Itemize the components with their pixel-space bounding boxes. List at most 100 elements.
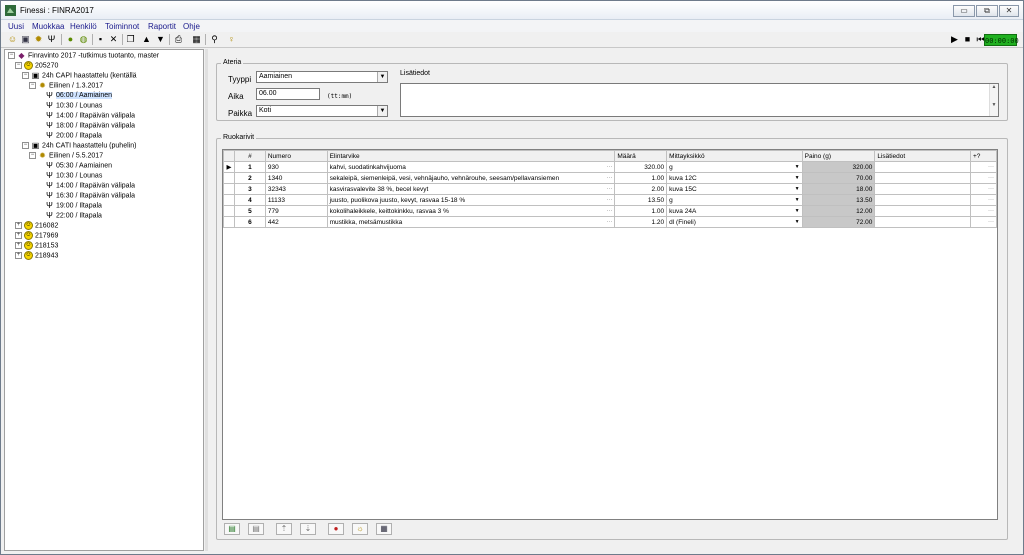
tree-meal-2-4[interactable]: Ψ 16:30 / Iltapäivän välipala [45,191,135,201]
tree-day-1[interactable]: − ✹ Eilinen / 1.3.2017 [29,81,103,91]
play-icon[interactable]: ▶ [949,34,960,45]
header-lisatiedot[interactable]: Lisätiedot [874,150,972,162]
ellipsis-icon[interactable]: ··· [606,174,612,183]
book-icon[interactable]: ▣ [20,34,31,45]
aika-input[interactable]: 06.00 [256,88,320,100]
ellipsis-icon[interactable]: ··· [988,196,994,205]
delete-icon[interactable]: ✕ [108,34,119,45]
table-row[interactable]: 3 32343 ··· kasvirasvalevite 38 %, becel … [223,183,997,195]
tree-meal-2-1[interactable]: Ψ 05:30 / Aamiainen [45,161,112,171]
tree-root[interactable]: − ◆ Finravinto 2017 -tutkimus tuotanto, ma… [8,51,159,61]
tree-person-218943[interactable]: + ☺ 218943 [15,251,58,261]
new-person-icon[interactable]: ☺ [7,34,18,45]
save-icon[interactable]: ▪ [95,34,106,45]
calculator-icon[interactable]: ▦ [191,34,202,45]
header-elintarvike[interactable]: Elintarvike [326,150,616,162]
ellipsis-icon[interactable]: ··· [606,185,612,194]
tree-person-217969[interactable]: + ☺ 217969 [15,231,58,241]
chevron-down-icon[interactable]: ▼ [795,163,800,172]
search-icon[interactable]: ⚲ [209,34,220,45]
header-index[interactable]: # [233,150,266,162]
help-bulb-icon[interactable]: ♀ [226,34,237,45]
table-row[interactable]: 2 1340 ··· sekaleipä, siemenleipä, vesi, … [223,172,997,184]
cutlery-icon[interactable]: Ψ [46,34,57,45]
paikka-select[interactable]: Koti ▼ [256,105,388,117]
table-row[interactable]: 6 442 ··· mustikka, metsämustikka 1.20 ▼ d… [223,216,997,228]
copy-icon[interactable]: ❐ [125,34,136,45]
food-apple-icon[interactable]: ● [328,523,344,535]
ellipsis-icon[interactable]: ··· [606,163,612,172]
ellipsis-icon[interactable]: ··· [606,218,612,227]
tree-meal-2-2[interactable]: Ψ 10:30 / Lounas [45,171,102,181]
panel-splitter[interactable] [205,49,208,551]
food-rows-grid: # Numero Elintarvike Määrä Mittayksikkö … [222,149,998,520]
ellipsis-icon[interactable]: ··· [988,163,994,172]
ellipsis-icon[interactable]: ··· [606,196,612,205]
food-item-icon[interactable]: ● [65,34,76,45]
header-plus[interactable]: +? [970,150,997,162]
chevron-down-icon[interactable]: ▼ [795,207,800,216]
person-icon: ☺ [24,241,33,250]
close-button[interactable]: ✕ [999,5,1019,17]
table-row[interactable]: ▶ 1 930 ··· kahvi, suodatinkahvijuoma 320… [223,161,997,173]
chevron-down-icon[interactable]: ▼ [795,185,800,194]
minimize-button[interactable]: ▭ [953,5,975,17]
chevron-down-icon[interactable]: ▼ [377,72,387,82]
tree-meal-1-1[interactable]: Ψ 06:00 / Aamiainen [45,91,113,101]
tree-day-2[interactable]: − ✹ Eilinen / 5.5.2017 [29,151,103,161]
remove-row-icon[interactable]: ▤ [248,523,264,535]
maximize-button[interactable]: ⧉ [976,5,998,17]
stop-icon[interactable]: ■ [962,34,973,45]
list-view-icon[interactable]: ▦ [376,523,392,535]
move-down-icon[interactable]: ▼ [155,34,166,45]
header-maara[interactable]: Määrä [614,150,668,162]
memo-scrollbar[interactable]: ▲ ▼ [989,84,998,116]
tree-person-216082[interactable]: + ☺ 216082 [15,221,58,231]
menu-henkilo[interactable]: Henkilö [70,22,97,31]
row-up-icon[interactable]: ⇡ [276,523,292,535]
tree-interview-capi[interactable]: − ▣ 24h CAPI haastattelu (kentällä [22,71,137,81]
food-item-add-icon[interactable]: ◍ [78,34,89,45]
menu-muokkaa[interactable]: Muokkaa [32,22,64,31]
move-up-icon[interactable]: ▲ [141,34,152,45]
ellipsis-icon[interactable]: ··· [988,174,994,183]
header-numero[interactable]: Numero [264,150,328,162]
chevron-down-icon[interactable]: ▼ [377,106,387,116]
header-mittayksikko[interactable]: Mittayksikkö [666,150,803,162]
tree-meal-1-2[interactable]: Ψ 10:30 / Lounas [45,101,102,111]
row-down-icon[interactable]: ⇣ [300,523,316,535]
tyyppi-select[interactable]: Aamiainen ▼ [256,71,388,83]
settings-gear-icon[interactable]: ✹ [33,34,44,45]
tree-meal-2-5[interactable]: Ψ 19:00 / Iltapala [45,201,102,211]
header-paino[interactable]: Paino (g) [801,150,876,162]
tree-meal-1-4[interactable]: Ψ 18:00 / Iltapäivän välipala [45,121,135,131]
table-row[interactable]: 4 11133 ··· juusto, puolikova juusto, kev… [223,194,997,206]
ellipsis-icon[interactable]: ··· [606,207,612,216]
person-icon: ☺ [24,251,33,260]
row-selector-icon[interactable]: ▶ [223,161,235,173]
cutlery-icon: Ψ [46,101,53,110]
menu-ohje[interactable]: Ohje [183,22,200,31]
tree-meal-1-3[interactable]: Ψ 14:00 / Iltapäivän välipala [45,111,135,121]
tree-meal-2-6[interactable]: Ψ 22:00 / Iltapala [45,211,102,221]
lisatiedot-textarea[interactable]: ▲ ▼ [400,83,999,117]
tree-person-218153[interactable]: + ☺ 218153 [15,241,58,251]
chevron-down-icon[interactable]: ▼ [795,218,800,227]
chevron-down-icon[interactable]: ▼ [795,196,800,205]
recipe-icon[interactable]: ☼ [352,523,368,535]
print-icon[interactable]: ⎙ [173,34,184,45]
table-row[interactable]: 5 779 ··· kokolihaleikkele, keittokinkku,… [223,205,997,217]
tree-person-205270[interactable]: − ☺ 205270 [15,61,58,71]
tree-meal-1-5[interactable]: Ψ 20:00 / Iltapala [45,131,102,141]
menu-toiminnot[interactable]: Toiminnot [105,22,139,31]
database-icon: ◆ [18,51,25,60]
chevron-down-icon[interactable]: ▼ [795,174,800,183]
ellipsis-icon[interactable]: ··· [988,207,994,216]
add-row-icon[interactable]: ▤ [224,523,240,535]
ellipsis-icon[interactable]: ··· [988,218,994,227]
menu-raportit[interactable]: Raportit [148,22,176,31]
tree-interview-cati[interactable]: − ▣ 24h CATI haastattelu (puhelin) [22,141,136,151]
tree-meal-2-3[interactable]: Ψ 14:00 / Iltapäivän välipala [45,181,135,191]
ellipsis-icon[interactable]: ··· [988,185,994,194]
menu-uusi[interactable]: Uusi [8,22,24,31]
